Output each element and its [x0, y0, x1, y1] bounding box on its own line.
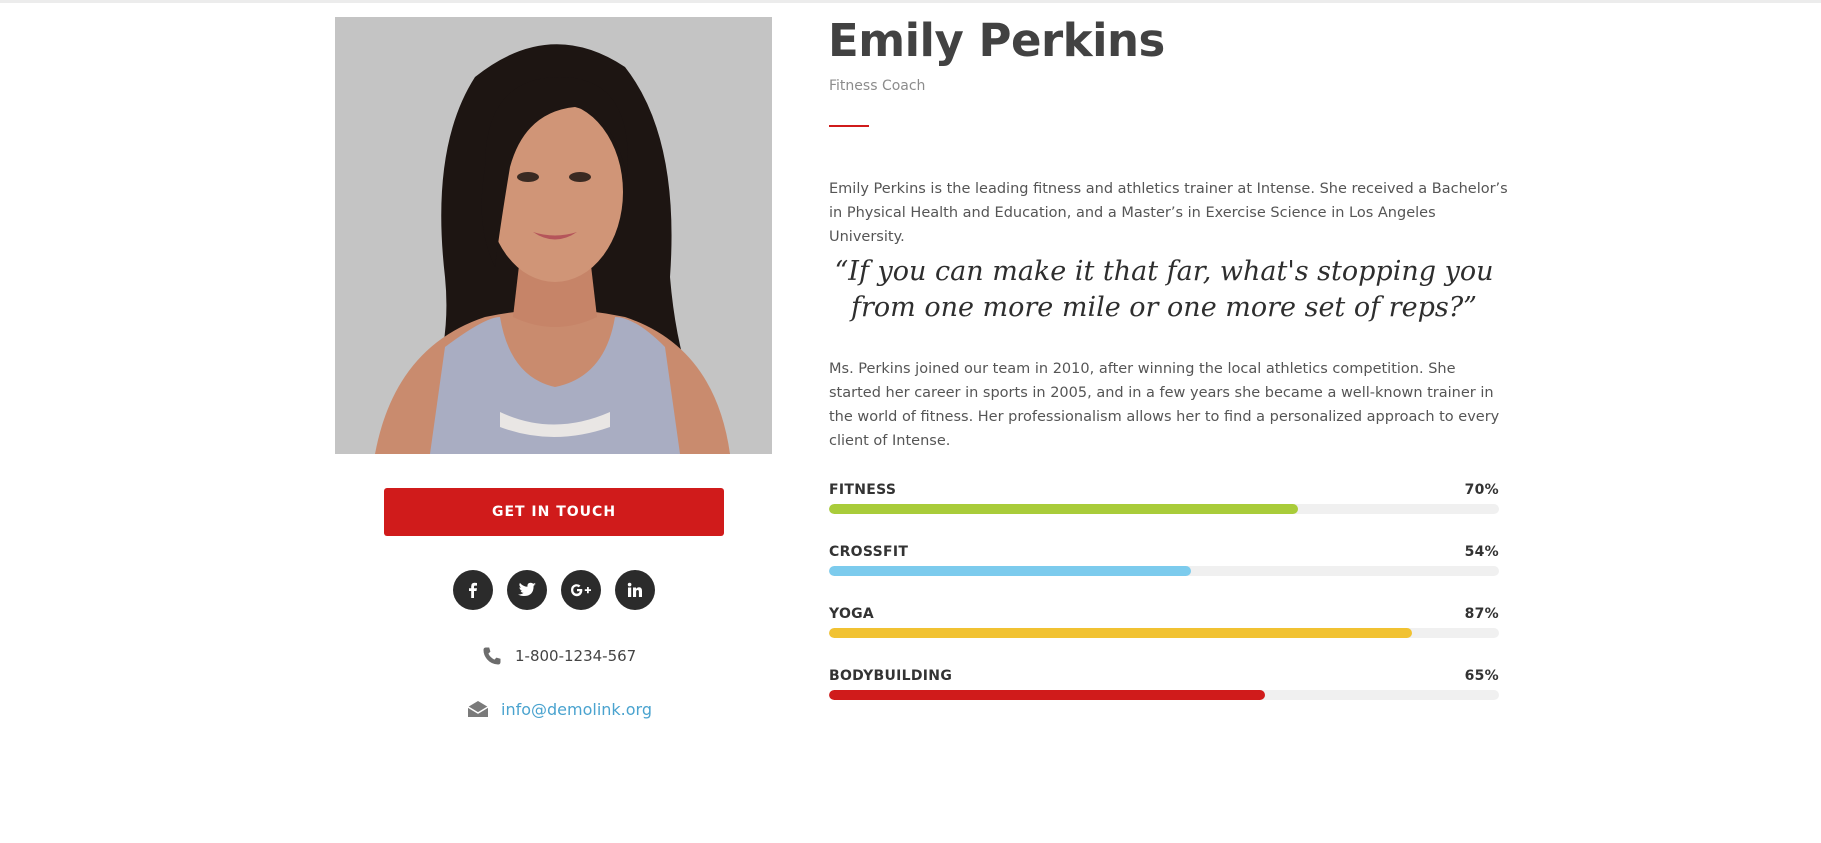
profile-name: Emily Perkins	[828, 14, 1165, 67]
portrait-illustration	[335, 17, 772, 454]
email-contact: info@demolink.org	[467, 698, 652, 720]
google-plus-icon[interactable]	[561, 570, 601, 610]
progress-track	[829, 504, 1499, 514]
get-in-touch-button[interactable]: GET IN TOUCH	[384, 488, 724, 536]
skill-percent: 70%	[1464, 482, 1499, 498]
progress-track	[829, 566, 1499, 576]
skill-label: YOGA	[829, 606, 875, 622]
skill-item: YOGA 87%	[829, 606, 1499, 668]
skill-percent: 87%	[1464, 606, 1499, 622]
skill-label: BODYBUILDING	[829, 668, 953, 684]
skill-item: FITNESS 70%	[829, 482, 1499, 544]
bio-paragraph-1: Emily Perkins is the leading fitness and…	[829, 181, 1508, 245]
skill-item: BODYBUILDING 65%	[829, 668, 1499, 730]
profile-role: Fitness Coach	[829, 78, 926, 94]
top-divider	[0, 0, 1821, 3]
email-link[interactable]: info@demolink.org	[501, 700, 652, 719]
quote: “If you can make it that far, what's sto…	[834, 256, 1494, 323]
envelope-icon	[467, 698, 489, 720]
twitter-icon[interactable]	[507, 570, 547, 610]
facebook-icon[interactable]	[453, 570, 493, 610]
linkedin-icon[interactable]	[615, 570, 655, 610]
progress-fill	[829, 690, 1265, 700]
profile-photo	[335, 17, 772, 454]
skill-percent: 65%	[1464, 668, 1499, 684]
skill-label: FITNESS	[829, 482, 897, 498]
social-links	[453, 570, 655, 610]
skills-list: FITNESS 70% CROSSFIT 54% YOGA 87% BODYBU…	[829, 482, 1499, 730]
skill-item: CROSSFIT 54%	[829, 544, 1499, 606]
progress-fill	[829, 566, 1191, 576]
accent-divider	[829, 125, 869, 127]
skill-label: CROSSFIT	[829, 544, 909, 560]
progress-track	[829, 690, 1499, 700]
phone-number[interactable]: 1-800-1234-567	[515, 647, 636, 665]
phone-contact: 1-800-1234-567	[481, 645, 636, 667]
progress-fill	[829, 628, 1412, 638]
progress-track	[829, 628, 1499, 638]
phone-icon	[481, 645, 503, 667]
bio-paragraph-2: Ms. Perkins joined our team in 2010, aft…	[829, 361, 1500, 449]
progress-fill	[829, 504, 1298, 514]
skill-percent: 54%	[1464, 544, 1499, 560]
